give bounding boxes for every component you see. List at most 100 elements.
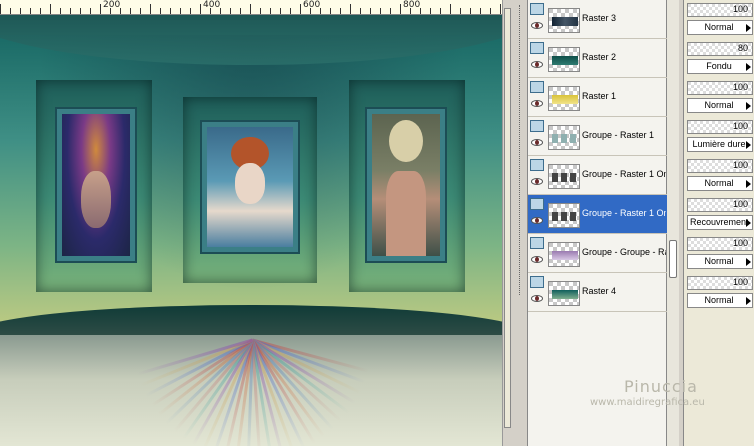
visibility-eye-icon[interactable] — [531, 22, 543, 29]
layer-name[interactable]: Raster 4 — [582, 286, 666, 296]
blend-mode-value: Lumière dure — [692, 139, 746, 149]
watermark-name: Pinuccia — [624, 377, 698, 396]
portrait-red-hair-woman — [207, 127, 293, 247]
layer-row[interactable]: Raster 4 — [528, 273, 668, 312]
picture-frame-left — [57, 109, 135, 261]
layer-thumbnail-content — [552, 17, 578, 26]
blend-mode-dropdown[interactable]: Normal — [687, 293, 753, 308]
portrait-turban-woman — [62, 114, 130, 256]
picture-frame-center — [202, 122, 298, 252]
visibility-eye-icon[interactable] — [531, 139, 543, 146]
visibility-eye-icon[interactable] — [531, 256, 543, 263]
layer-properties: 100 Normal — [687, 78, 753, 117]
opacity-value: 80 — [737, 43, 748, 53]
layer-name[interactable]: Raster 3 — [582, 13, 666, 23]
layer-row[interactable]: Groupe - Raster 1 Ombre — [528, 195, 668, 234]
layer-properties: 100 Normal — [687, 0, 753, 39]
dropdown-arrow-icon[interactable] — [746, 24, 751, 32]
layer-type-icon — [530, 276, 544, 288]
scrollbar-thumb[interactable] — [504, 8, 511, 428]
opacity-value: 100 — [732, 4, 748, 14]
layer-row[interactable]: Groupe - Raster 1 — [528, 117, 668, 156]
layer-type-icon — [530, 42, 544, 54]
layer-row[interactable]: Raster 3 — [528, 0, 668, 39]
layer-tree-column — [512, 0, 527, 446]
dropdown-arrow-icon[interactable] — [746, 141, 751, 149]
opacity-field[interactable]: 100 — [687, 3, 753, 17]
layer-thumbnail-content — [552, 173, 578, 182]
blend-mode-dropdown[interactable]: Recouvrement — [687, 215, 753, 230]
layer-name[interactable]: Groupe - Raster 1 — [582, 130, 666, 140]
dropdown-arrow-icon[interactable] — [746, 297, 751, 305]
ruler-major-ticks — [0, 4, 502, 14]
dropdown-arrow-icon[interactable] — [746, 258, 751, 266]
blend-mode-value: Normal — [704, 22, 734, 32]
opacity-value: 100 — [732, 160, 748, 170]
layer-properties: 100 Normal — [687, 273, 753, 312]
opacity-value: 100 — [732, 82, 748, 92]
layer-properties: 100 Normal — [687, 234, 753, 273]
opacity-value: 100 — [732, 121, 748, 131]
layer-type-icon — [530, 237, 544, 249]
layer-thumbnail — [548, 281, 580, 306]
blend-mode-dropdown[interactable]: Normal — [687, 98, 753, 113]
layer-row[interactable]: Groupe - Groupe - Raster — [528, 234, 668, 273]
picture-frame-right — [367, 109, 445, 261]
ruler-mark-800: 800 — [403, 0, 421, 10]
visibility-eye-icon[interactable] — [531, 217, 543, 224]
visibility-eye-icon[interactable] — [531, 295, 543, 302]
opacity-field[interactable]: 100 — [687, 81, 753, 95]
layer-thumbnail-content — [552, 251, 578, 260]
visibility-eye-icon[interactable] — [531, 61, 543, 68]
opacity-field[interactable]: 80 — [687, 42, 753, 56]
blend-mode-dropdown[interactable]: Fondu — [687, 59, 753, 74]
layer-name[interactable]: Groupe - Raster 1 Ombre — [582, 169, 666, 179]
layer-thumbnail — [548, 203, 580, 228]
opacity-value: 100 — [732, 199, 748, 209]
layer-type-icon — [530, 81, 544, 93]
visibility-eye-icon[interactable] — [531, 100, 543, 107]
layer-name[interactable]: Raster 2 — [582, 52, 666, 62]
watermark-url: www.maidiregrafica.eu — [590, 397, 705, 408]
blend-mode-value: Normal — [704, 178, 734, 188]
dropdown-arrow-icon[interactable] — [746, 219, 751, 227]
layer-row[interactable]: Raster 2 — [528, 39, 668, 78]
layer-thumbnail-content — [552, 290, 578, 299]
layer-thumbnail — [548, 125, 580, 150]
splitter-handle[interactable] — [669, 240, 677, 278]
blend-mode-dropdown[interactable]: Lumière dure — [687, 137, 753, 152]
opacity-field[interactable]: 100 — [687, 159, 753, 173]
dropdown-arrow-icon[interactable] — [746, 63, 751, 71]
layer-type-icon — [530, 198, 544, 210]
opacity-field[interactable]: 100 — [687, 198, 753, 212]
layer-name[interactable]: Raster 1 — [582, 91, 666, 101]
opacity-field[interactable]: 100 — [687, 276, 753, 290]
layer-name[interactable]: Groupe - Groupe - Raster — [582, 247, 666, 257]
layer-row[interactable]: Raster 1 — [528, 78, 668, 117]
layer-thumbnail — [548, 8, 580, 33]
dropdown-arrow-icon[interactable] — [746, 102, 751, 110]
layer-row[interactable]: Groupe - Raster 1 Ombre — [528, 156, 668, 195]
layer-thumbnail-content — [552, 95, 578, 104]
layer-thumbnail-content — [552, 212, 578, 221]
opacity-field[interactable]: 100 — [687, 120, 753, 134]
layer-properties: 80 Fondu — [687, 39, 753, 78]
portrait-masked-woman — [372, 114, 440, 256]
canvas-artwork[interactable] — [0, 15, 502, 446]
layer-type-icon — [530, 3, 544, 15]
opacity-value: 100 — [732, 277, 748, 287]
opacity-field[interactable]: 100 — [687, 237, 753, 251]
layer-thumbnail — [548, 242, 580, 267]
layer-thumbnail-content — [552, 56, 578, 65]
layer-thumbnail — [548, 86, 580, 111]
canvas-vertical-scrollbar[interactable] — [502, 0, 512, 446]
blend-mode-value: Recouvrement — [690, 217, 748, 227]
visibility-eye-icon[interactable] — [531, 178, 543, 185]
blend-mode-dropdown[interactable]: Normal — [687, 176, 753, 191]
blend-mode-dropdown[interactable]: Normal — [687, 254, 753, 269]
blend-mode-dropdown[interactable]: Normal — [687, 20, 753, 35]
dropdown-arrow-icon[interactable] — [746, 180, 751, 188]
blend-mode-value: Normal — [704, 100, 734, 110]
layer-thumbnail — [548, 164, 580, 189]
layer-name[interactable]: Groupe - Raster 1 Ombre — [582, 208, 666, 218]
